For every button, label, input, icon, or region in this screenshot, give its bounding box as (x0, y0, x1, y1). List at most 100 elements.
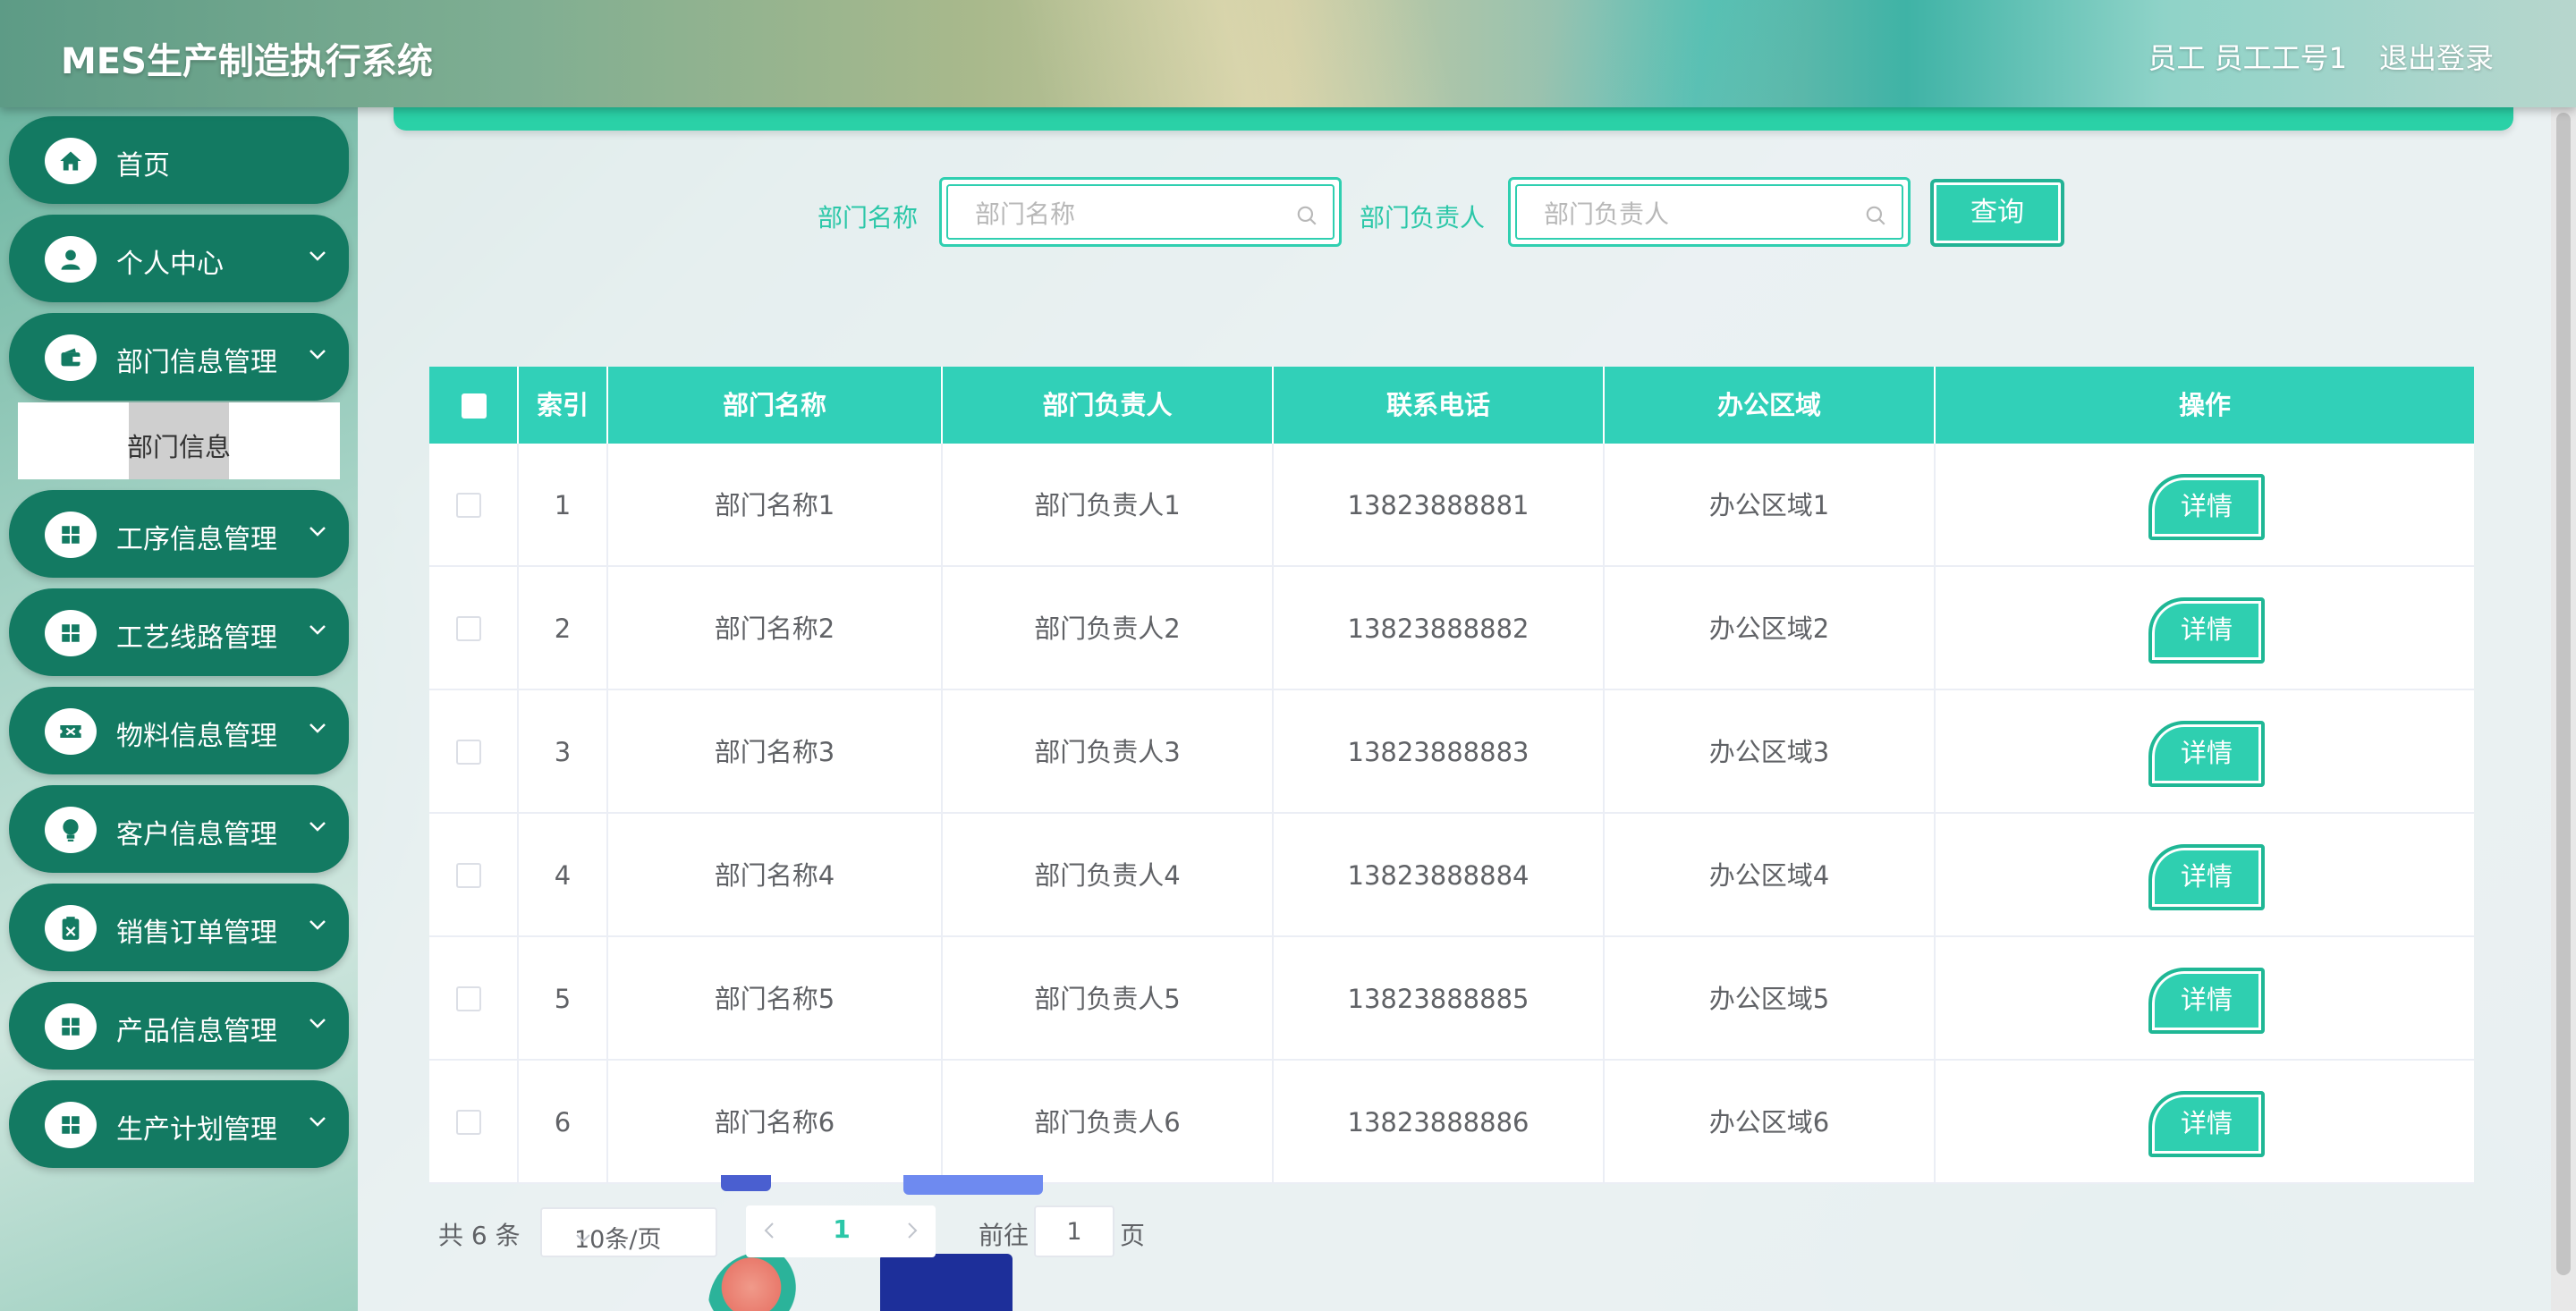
next-page-icon[interactable] (905, 1220, 919, 1245)
sidebar-item-label: 工序信息管理 (116, 524, 277, 555)
cell-area: 办公区域2 (1605, 567, 1936, 690)
goto-page-input[interactable] (1034, 1205, 1114, 1257)
cell-phone: 13823888882 (1274, 567, 1605, 690)
detail-button[interactable]: 详情 (2148, 1091, 2265, 1157)
detail-button[interactable]: 详情 (2148, 844, 2265, 910)
page-size-select[interactable]: 10条/页 (540, 1207, 717, 1257)
submenu-label: 部门信息 (126, 432, 231, 462)
column-header-phone: 联系电话 (1274, 367, 1605, 444)
home-icon (45, 138, 97, 184)
submenu-item-dept-info[interactable]: 部门信息 (18, 402, 340, 479)
cell-dept-head: 部门负责人4 (943, 814, 1274, 937)
grid-icon (45, 1003, 97, 1050)
detail-button[interactable]: 详情 (2148, 474, 2265, 540)
column-header-index: 索引 (519, 367, 608, 444)
user-info: 员工 员工工号1 (2148, 41, 2347, 75)
grid-icon (45, 512, 97, 558)
row-checkbox[interactable] (456, 493, 481, 518)
user-icon (45, 236, 97, 283)
bulb-icon (45, 807, 97, 853)
row-checkbox[interactable] (456, 863, 481, 888)
select-all-checkbox[interactable] (462, 393, 487, 419)
chevron-down-icon (308, 347, 327, 364)
sidebar-item-product-management[interactable]: 产品信息管理 (9, 982, 349, 1070)
chevron-down-icon (308, 819, 327, 836)
dept-head-label: 部门负责人 (1360, 203, 1486, 233)
cell-dept-name: 部门名称3 (608, 690, 943, 814)
pager: 1 (746, 1205, 936, 1257)
detail-button[interactable]: 详情 (2148, 968, 2265, 1034)
wallet-icon (45, 334, 97, 381)
detail-button[interactable]: 详情 (2148, 721, 2265, 787)
sidebar-item-material-management[interactable]: 物料信息管理 (9, 687, 349, 774)
sidebar-item-personal-center[interactable]: 个人中心 (9, 215, 349, 302)
cell-index: 2 (519, 567, 608, 690)
row-checkbox[interactable] (456, 740, 481, 765)
clipboard-icon (45, 905, 97, 952)
cell-phone: 13823888886 (1274, 1061, 1605, 1184)
cell-dept-head: 部门负责人1 (943, 444, 1274, 567)
sidebar-item-label: 产品信息管理 (116, 1016, 277, 1047)
table-header: 索引 部门名称 部门负责人 联系电话 办公区域 操作 (429, 367, 2474, 444)
dept-head-input[interactable] (1544, 199, 1848, 229)
pagination-total: 共 6 条 (438, 1221, 521, 1250)
sidebar-item-customer-management[interactable]: 客户信息管理 (9, 785, 349, 873)
cell-dept-name: 部门名称2 (608, 567, 943, 690)
search-icon (1295, 204, 1318, 231)
cell-area: 办公区域4 (1605, 814, 1936, 937)
cell-phone: 13823888881 (1274, 444, 1605, 567)
sidebar-item-label: 销售订单管理 (116, 918, 277, 949)
sidebar-item-label: 物料信息管理 (116, 721, 277, 752)
cell-phone: 13823888885 (1274, 937, 1605, 1061)
column-header-actions: 操作 (2178, 390, 2231, 420)
column-header-area: 办公区域 (1605, 367, 1936, 444)
sidebar-item-label: 生产计划管理 (116, 1114, 277, 1146)
decorative-illustration (708, 1252, 816, 1311)
detail-button[interactable]: 详情 (2148, 597, 2265, 664)
cell-phone: 13823888884 (1274, 814, 1605, 937)
header-select-all-cell (429, 367, 519, 444)
dept-name-label: 部门名称 (818, 203, 919, 233)
chevron-down-icon (308, 622, 327, 639)
dept-name-search-box (939, 177, 1342, 247)
cell-phone: 13823888883 (1274, 690, 1605, 814)
chevron-down-icon (308, 249, 327, 266)
cell-area: 办公区域5 (1605, 937, 1936, 1061)
row-checkbox[interactable] (456, 986, 481, 1011)
cell-dept-head: 部门负责人3 (943, 690, 1274, 814)
cell-dept-name: 部门名称5 (608, 937, 943, 1061)
page-number-current[interactable]: 1 (826, 1214, 857, 1244)
scrollbar-thumb[interactable] (2556, 113, 2571, 1275)
cell-index: 5 (519, 937, 608, 1061)
app-title: MES生产制造执行系统 (61, 41, 433, 82)
prev-page-icon[interactable] (762, 1220, 776, 1245)
sidebar-item-home[interactable]: 首页 (9, 116, 349, 204)
sidebar-item-route-management[interactable]: 工艺线路管理 (9, 588, 349, 676)
sidebar-item-production-plan-management[interactable]: 生产计划管理 (9, 1080, 349, 1168)
decorative-illustration (880, 1254, 1013, 1311)
cell-index: 6 (519, 1061, 608, 1184)
sidebar-item-label: 客户信息管理 (116, 819, 277, 850)
query-button[interactable]: 查询 (1930, 179, 2064, 247)
chevron-down-icon (574, 1223, 703, 1251)
cell-area: 办公区域1 (1605, 444, 1936, 567)
goto-suffix: 页 (1120, 1221, 1146, 1250)
sidebar-item-dept-management[interactable]: 部门信息管理 (9, 313, 349, 401)
sidebar-item-label: 个人中心 (116, 249, 224, 280)
row-checkbox[interactable] (456, 1110, 481, 1135)
content-top-bar (394, 107, 2513, 131)
cell-index: 4 (519, 814, 608, 937)
logout-link[interactable]: 退出登录 (2379, 36, 2494, 77)
goto-label: 前往 (979, 1221, 1030, 1250)
column-header-dept-head: 部门负责人 (943, 367, 1274, 444)
decorative-illustration (721, 1175, 771, 1191)
chevron-down-icon (308, 1016, 327, 1033)
grid-icon (45, 1102, 97, 1148)
sidebar-item-label: 工艺线路管理 (116, 622, 277, 654)
column-header-dept-name: 部门名称 (608, 367, 943, 444)
dept-name-input[interactable] (975, 199, 1279, 229)
sidebar-item-process-management[interactable]: 工序信息管理 (9, 490, 349, 578)
sidebar-item-sales-order-management[interactable]: 销售订单管理 (9, 884, 349, 971)
row-checkbox[interactable] (456, 616, 481, 641)
chevron-down-icon (308, 524, 327, 541)
